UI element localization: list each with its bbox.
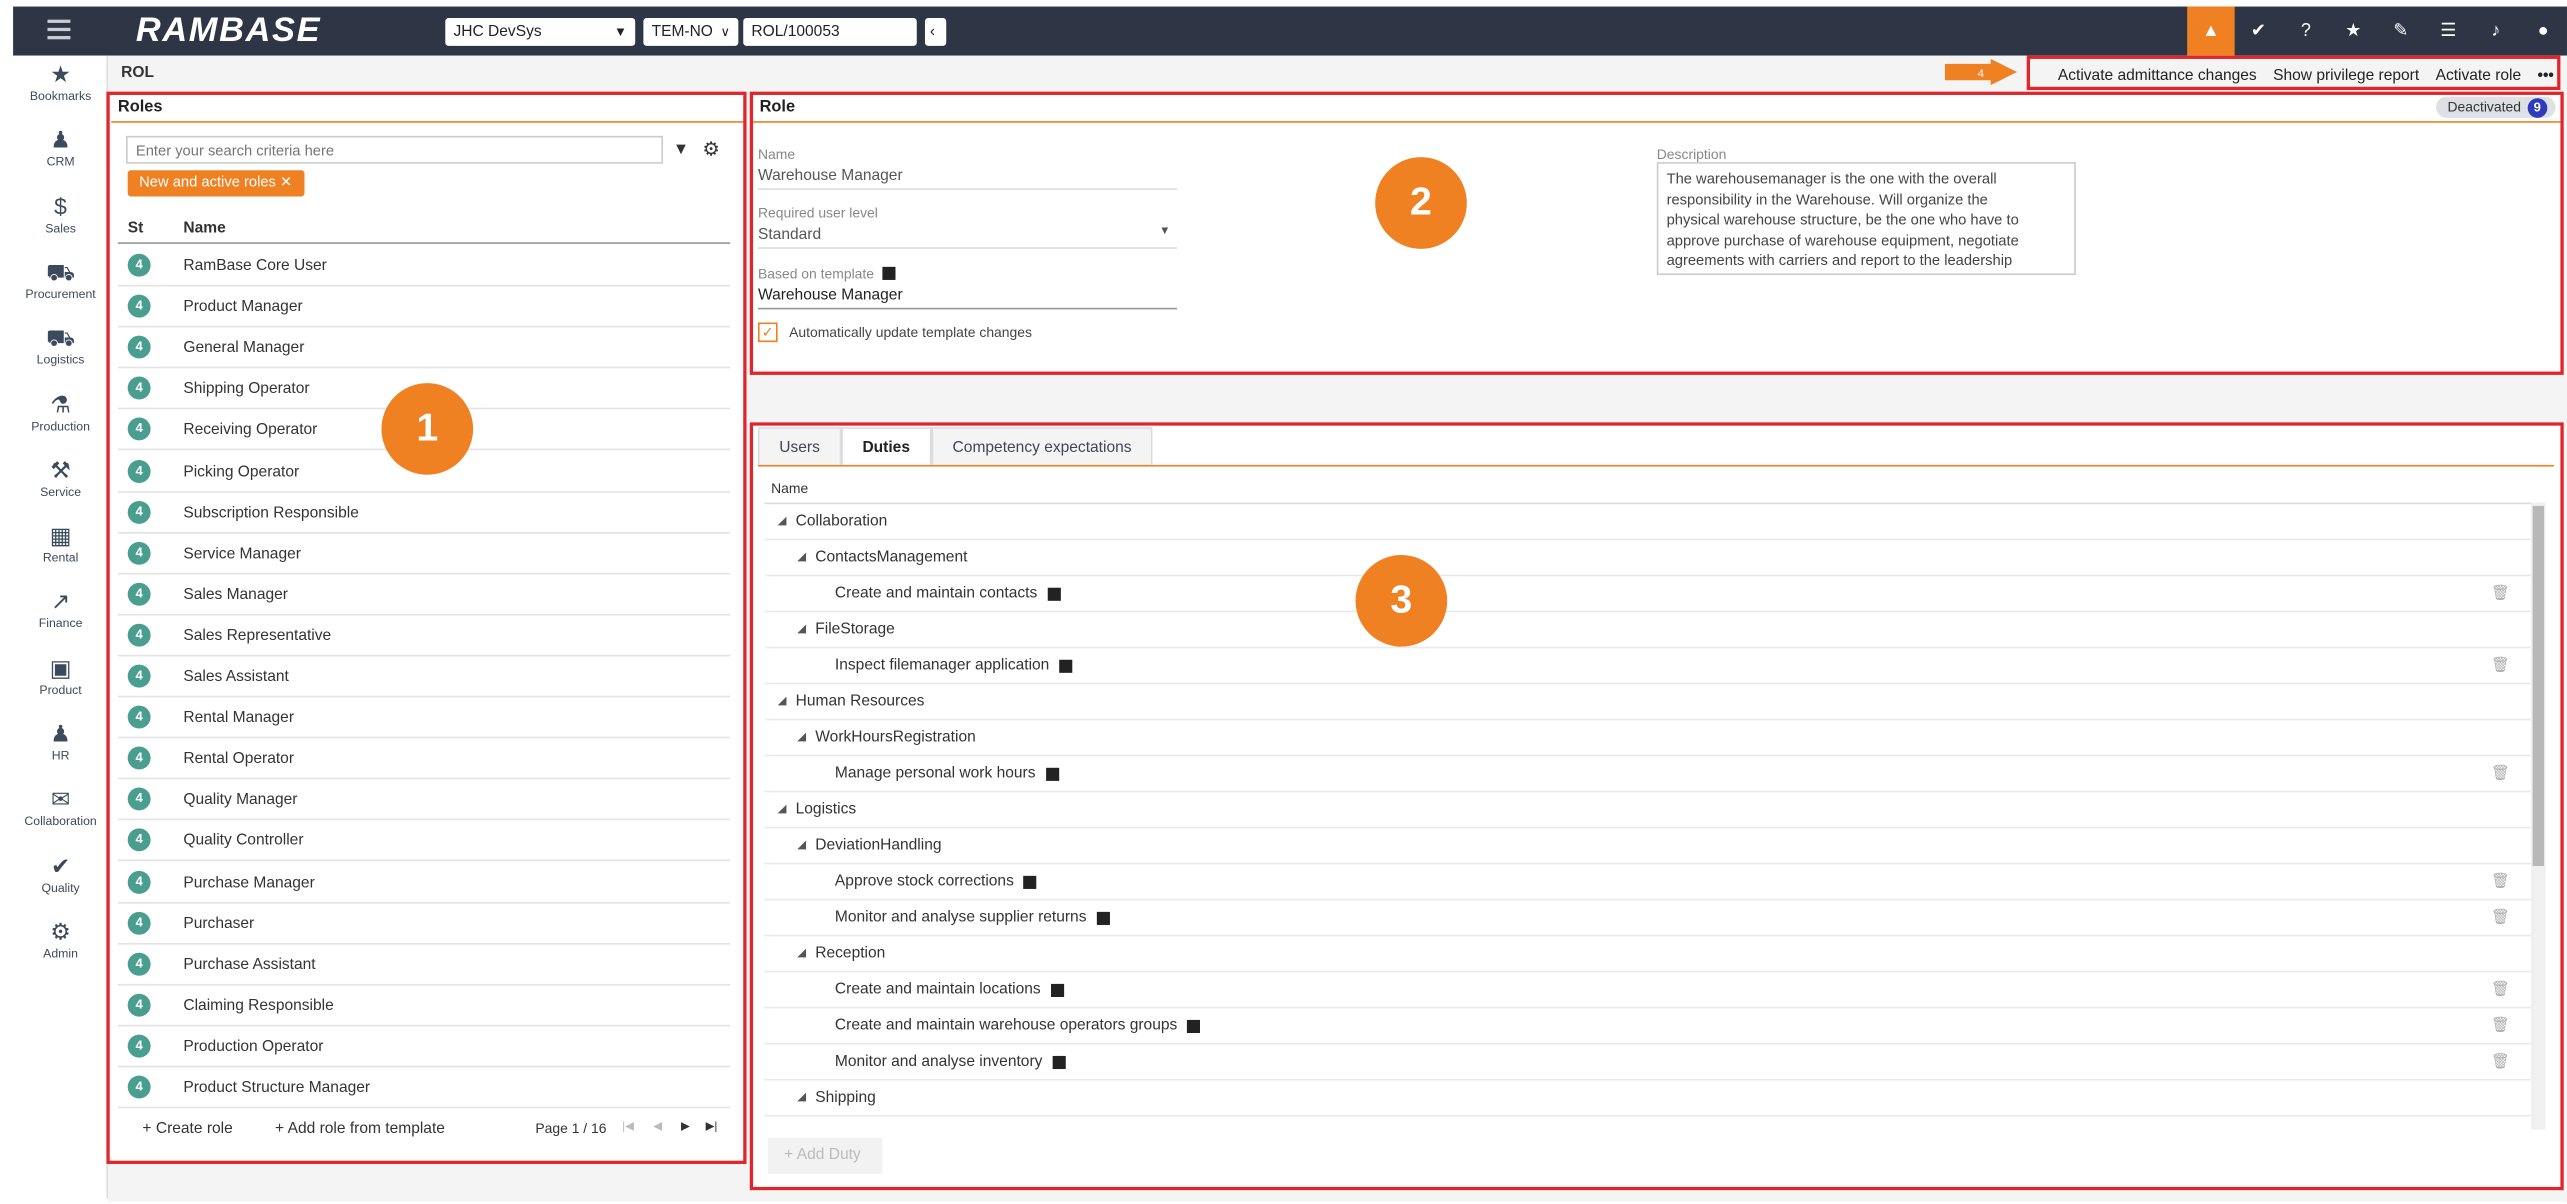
collaboration-icon: ✉ [50, 786, 71, 813]
sidebar-item-label: Bookmarks [29, 88, 92, 104]
bell-icon[interactable]: ♪ [2472, 7, 2519, 56]
crm-icon: ♟ [50, 126, 71, 153]
page-title: ROL [121, 63, 154, 82]
sidebar: ★ Bookmarks ♟ CRM $ Sales ⛟ Procurement ⛟ Logisti… [13, 55, 109, 1199]
company-select[interactable]: JHC DevSys ▼ [445, 18, 636, 46]
sidebar-item-label: Procurement [25, 286, 96, 302]
sidebar-item-label: Rental [42, 550, 79, 565]
quality-icon: ✔ [50, 852, 71, 879]
sales-icon: $ [54, 192, 67, 219]
user-icon[interactable]: ● [2519, 7, 2566, 56]
sidebar-item-label: Collaboration [24, 814, 97, 829]
production-icon: ⚗ [50, 390, 71, 417]
callout-3: 3 [1355, 554, 1448, 647]
rambase-logo: RAMBASE [135, 11, 322, 50]
sidebar-item-label: Admin [43, 946, 78, 961]
sidebar-item-product[interactable]: ▣ Product [13, 654, 108, 697]
check-icon[interactable]: ✔ [2235, 7, 2282, 56]
finance-icon: ↗ [50, 588, 71, 615]
sidebar-item-hr[interactable]: ♟ HR [13, 720, 108, 763]
admin-icon: ⚙ [50, 918, 71, 945]
location-input[interactable]: ROL/100053 [743, 18, 917, 46]
sidebar-item-quality[interactable]: ✔ Quality [13, 852, 108, 895]
sidebar-item-collaboration[interactable]: ✉ Collaboration [13, 786, 108, 829]
callout-1: 1 [381, 383, 474, 475]
procurement-icon: ⛟ [46, 258, 75, 285]
sidebar-item-rental[interactable]: ▦ Rental [13, 522, 108, 565]
sidebar-item-procurement[interactable]: ⛟ Procurement [13, 258, 108, 301]
sidebar-item-label: CRM [46, 154, 75, 170]
menu-icon[interactable] [47, 19, 71, 40]
chevron-down-icon: ▼ [614, 24, 628, 40]
region-select[interactable]: TEM-NO ∨ [643, 18, 739, 46]
sidebar-item-label: Finance [38, 616, 83, 631]
sidebar-item-bookmarks[interactable]: ★ Bookmarks [13, 61, 108, 104]
attachment-icon[interactable]: ✎ [2377, 7, 2424, 56]
sidebar-item-label: Service [40, 484, 82, 499]
sidebar-item-label: Product [39, 682, 82, 697]
product-icon: ▣ [49, 654, 72, 681]
sidebar-item-label: Logistics [36, 352, 85, 368]
callout-arrow-4: 4 [1944, 58, 2017, 86]
highlight-box-1 [106, 91, 747, 1164]
chevron-down-icon: ∨ [720, 24, 731, 40]
sidebar-item-label: Sales [45, 220, 76, 236]
logistics-icon: ⛟ [46, 324, 75, 351]
sidebar-item-finance[interactable]: ↗ Finance [13, 588, 108, 631]
sidebar-item-admin[interactable]: ⚙ Admin [13, 918, 108, 961]
top-navigation-bar: RAMBASE JHC DevSys ▼ TEM-NO ∨ ROL/100053 ‹… [13, 6, 2567, 56]
list-icon[interactable]: ☰ [2425, 7, 2472, 56]
star-icon[interactable]: ★ [2330, 7, 2377, 56]
service-icon: ⚒ [50, 456, 71, 483]
sidebar-item-label: Quality [41, 880, 80, 895]
highlight-box-3 [749, 422, 2564, 1191]
warning-icon[interactable]: ▲ [2187, 6, 2235, 56]
sidebar-item-logistics[interactable]: ⛟ Logistics [13, 324, 108, 367]
sidebar-item-label: HR [51, 748, 70, 763]
rental-icon: ▦ [49, 522, 72, 549]
callout-arrow-label: 4 [1978, 68, 1985, 80]
sidebar-item-service[interactable]: ⚒ Service [13, 456, 108, 499]
highlight-box-actions [2026, 55, 2561, 91]
back-button[interactable]: ‹ [924, 18, 947, 46]
highlight-box-2 [749, 91, 2564, 375]
bookmarks-icon: ★ [50, 60, 71, 87]
sidebar-item-sales[interactable]: $ Sales [13, 193, 108, 236]
sidebar-item-label: Production [31, 418, 90, 434]
help-icon[interactable]: ? [2282, 7, 2329, 56]
hr-icon: ♟ [50, 720, 71, 747]
sidebar-item-crm[interactable]: ♟ CRM [13, 127, 108, 170]
callout-2: 2 [1375, 157, 1467, 249]
sidebar-item-production[interactable]: ⚗ Production [13, 390, 108, 433]
